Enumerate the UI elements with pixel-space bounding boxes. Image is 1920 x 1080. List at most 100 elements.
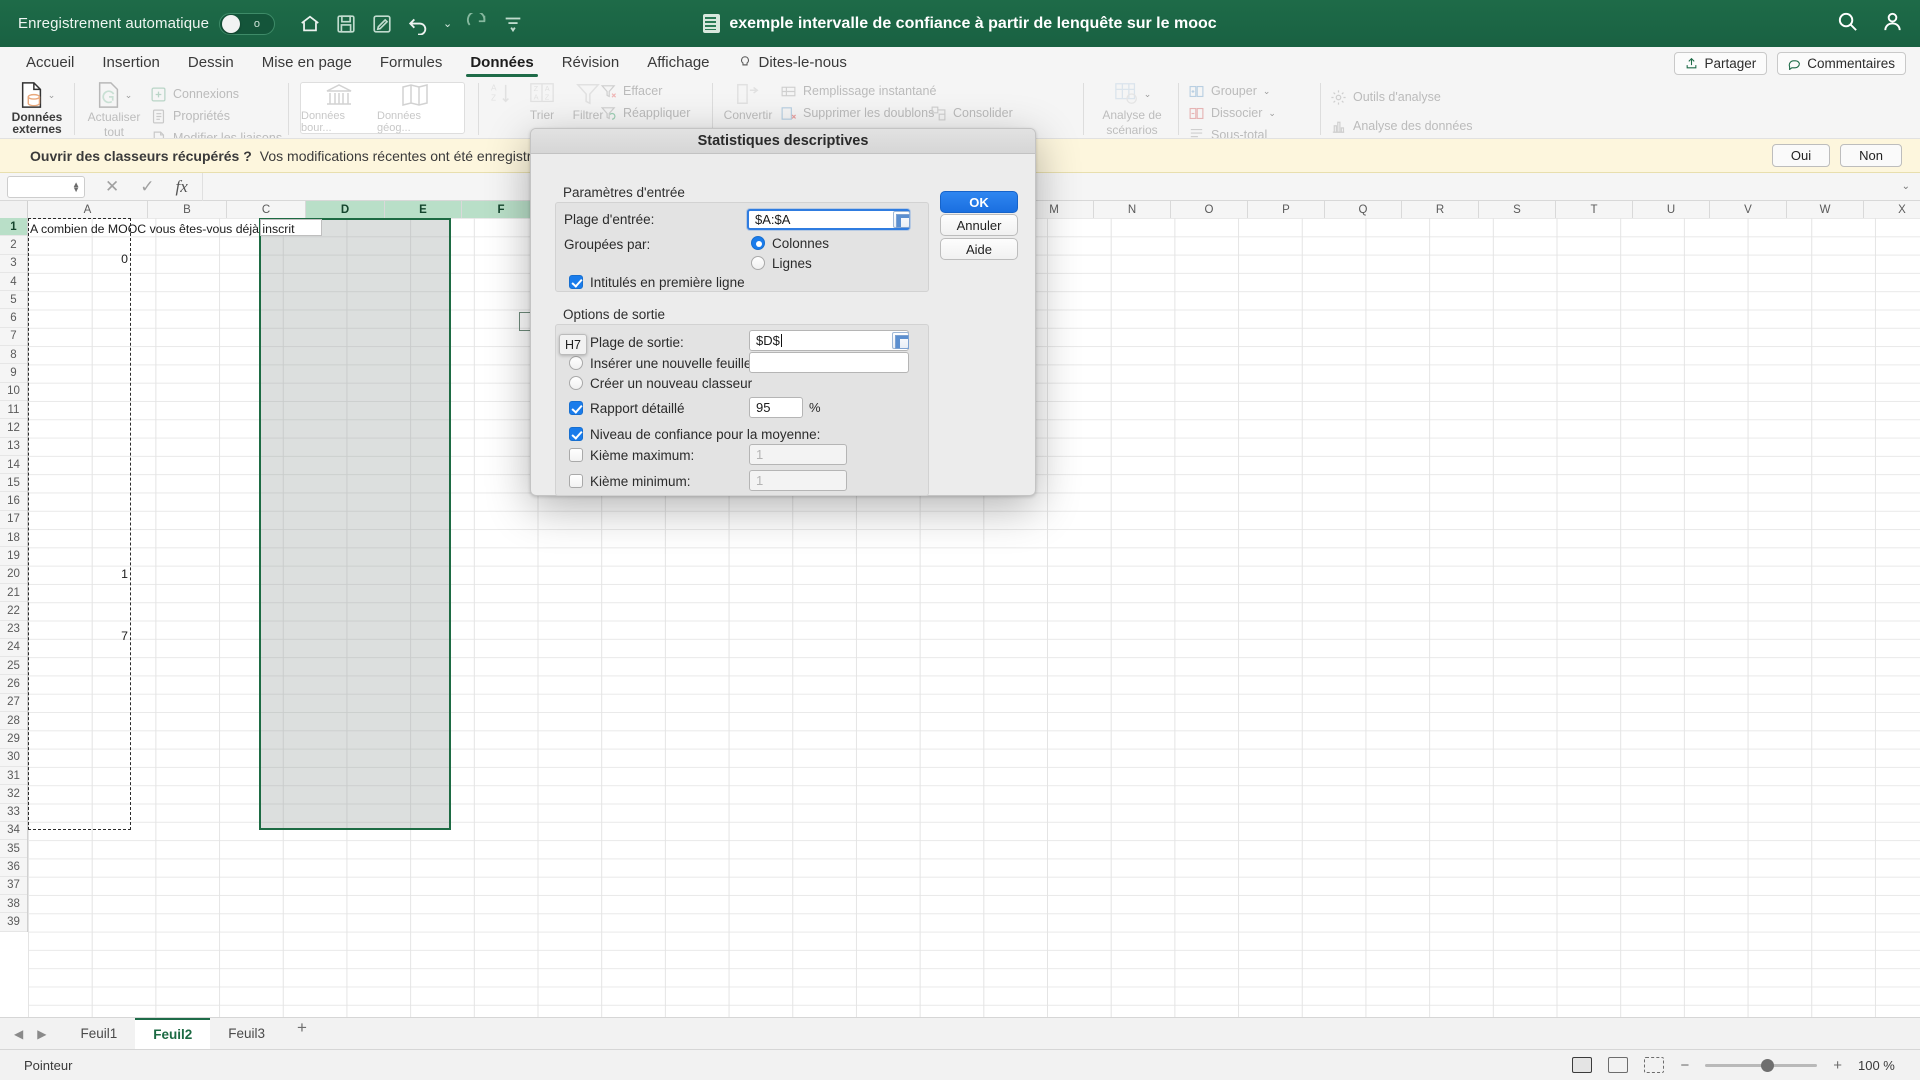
collapse-formula-bar-icon[interactable]: ⌄	[1902, 181, 1910, 192]
supprimer-doublons-button[interactable]: Supprimer les doublons	[780, 104, 946, 123]
radio-lignes[interactable]	[751, 256, 765, 270]
undo-icon[interactable]	[407, 13, 429, 35]
effacer-button[interactable]: Effacer	[600, 82, 723, 101]
row-header-14[interactable]: 14	[0, 456, 27, 475]
ok-button[interactable]: OK	[940, 191, 1018, 213]
row-header-11[interactable]: 11	[0, 401, 27, 420]
proprietes-button[interactable]: Propriétés	[150, 107, 282, 125]
home-icon[interactable]	[299, 13, 321, 35]
no-button[interactable]: Non	[1840, 144, 1902, 167]
page-break-icon[interactable]	[1644, 1057, 1665, 1073]
consolider-button[interactable]: Consolider	[930, 103, 1013, 123]
row-header-38[interactable]: 38	[0, 895, 27, 914]
kieme-minimum-field[interactable]: 1	[749, 470, 847, 491]
normal-view-icon[interactable]	[1572, 1057, 1593, 1073]
row-header-35[interactable]: 35	[0, 840, 27, 859]
previous-sheet-icon[interactable]: ◀	[14, 1027, 23, 1041]
outils-analyse-button[interactable]: Outils d'analyse	[1330, 87, 1473, 107]
add-sheet-button[interactable]: +	[283, 1018, 321, 1050]
donnees-geographiques-button[interactable]: Données géog...	[377, 82, 453, 134]
donnees-externes-button[interactable]: ⌄ Données externes	[8, 81, 66, 135]
column-header-v[interactable]: V	[1710, 201, 1787, 218]
column-header-t[interactable]: T	[1556, 201, 1633, 218]
row-header-31[interactable]: 31	[0, 767, 27, 786]
cell-a1[interactable]: A combien de MOOC vous êtes-vous déjà in…	[30, 222, 295, 236]
edit-icon[interactable]	[371, 13, 393, 35]
row-header-27[interactable]: 27	[0, 694, 27, 713]
row-header-1[interactable]: 1	[0, 218, 27, 237]
row-header-15[interactable]: 15	[0, 474, 27, 493]
column-header-n[interactable]: N	[1094, 201, 1171, 218]
checkbox-niveau-confiance[interactable]	[569, 427, 583, 441]
row-header-6[interactable]: 6	[0, 309, 27, 328]
convertir-button[interactable]: Convertir	[722, 81, 774, 122]
search-icon[interactable]	[1836, 10, 1859, 38]
kieme-maximum-field[interactable]: 1	[749, 444, 847, 465]
radio-colonnes[interactable]	[751, 236, 765, 250]
yes-button[interactable]: Oui	[1771, 144, 1831, 167]
page-layout-icon[interactable]	[1608, 1057, 1629, 1073]
confidence-percent-field[interactable]: 95	[749, 397, 803, 418]
tab-dites-le-nous[interactable]: Dites-le-nous	[724, 47, 861, 77]
row-header-19[interactable]: 19	[0, 547, 27, 566]
autosave-control[interactable]: Enregistrement automatique o	[18, 12, 276, 35]
row-header-2[interactable]: 2	[0, 236, 27, 255]
tab-dessin[interactable]: Dessin	[174, 47, 248, 77]
analyse-scenarios-button[interactable]: ⌄ Analyse de scénarios	[1093, 81, 1171, 136]
column-header-b[interactable]: B	[148, 201, 227, 218]
chevron-down-icon[interactable]: ⌄	[48, 90, 56, 101]
select-all-corner[interactable]	[0, 201, 28, 218]
tab-revision[interactable]: Révision	[548, 47, 634, 77]
formula-input[interactable]	[201, 172, 1920, 201]
save-icon[interactable]	[335, 13, 357, 35]
column-header-p[interactable]: P	[1248, 201, 1325, 218]
sheet-tab-feuil1[interactable]: Feuil1	[62, 1018, 135, 1050]
row-header-36[interactable]: 36	[0, 858, 27, 877]
name-box-spinner[interactable]: ▲ ▼	[72, 180, 80, 193]
analyse-donnees-button[interactable]: Analyse des données	[1330, 116, 1473, 136]
chevron-down-icon[interactable]: ⌄	[1144, 89, 1152, 100]
row-header-22[interactable]: 22	[0, 602, 27, 621]
row-header-34[interactable]: 34	[0, 822, 27, 841]
row-header-3[interactable]: 3	[0, 255, 27, 273]
output-range-picker-icon[interactable]	[892, 332, 909, 349]
reappliquer-button[interactable]: Réappliquer	[600, 104, 723, 123]
cell-a23[interactable]: 1	[70, 567, 128, 581]
zoom-out-button[interactable]: −	[1680, 1057, 1689, 1074]
row-header-33[interactable]: 33	[0, 804, 27, 822]
connexions-button[interactable]: Connexions	[150, 85, 282, 103]
confirm-icon[interactable]: ✓	[140, 177, 154, 197]
column-header-x[interactable]: X	[1864, 201, 1920, 218]
sort-az-button[interactable]: AZ	[488, 81, 516, 138]
next-sheet-icon[interactable]: ▶	[37, 1027, 46, 1041]
row-header-29[interactable]: 29	[0, 730, 27, 749]
sheet-tab-feuil2[interactable]: Feuil2	[135, 1017, 211, 1050]
row-header-30[interactable]: 30	[0, 749, 27, 767]
row-header-10[interactable]: 10	[0, 383, 27, 401]
chevron-down-icon[interactable]: ⌄	[1263, 86, 1271, 97]
row-header-25[interactable]: 25	[0, 657, 27, 676]
tab-donnees[interactable]: Données	[456, 47, 547, 77]
name-box[interactable]: ▲ ▼	[7, 175, 85, 198]
customize-toolbar-icon[interactable]	[502, 13, 524, 35]
column-header-a[interactable]: A	[28, 201, 148, 218]
actualiser-tout-button[interactable]: ⌄ Actualiser tout	[84, 81, 144, 138]
cell-a27[interactable]: 7	[70, 629, 128, 643]
new-sheet-field[interactable]	[749, 352, 909, 373]
column-header-e[interactable]: E	[385, 201, 462, 218]
column-header-q[interactable]: Q	[1325, 201, 1402, 218]
checkbox-kieme-minimum[interactable]	[569, 474, 583, 488]
output-range-field[interactable]: $D$	[749, 330, 909, 351]
checkbox-kieme-maximum[interactable]	[569, 448, 583, 462]
row-header-8[interactable]: 8	[0, 346, 27, 365]
input-range-field[interactable]: $A:$A	[747, 209, 910, 230]
chevron-down-icon[interactable]: ⌄	[125, 90, 133, 101]
row-header-16[interactable]: 16	[0, 492, 27, 511]
row-header-17[interactable]: 17	[0, 511, 27, 530]
cancel-icon[interactable]: ✕	[105, 177, 119, 197]
fx-icon[interactable]: fx	[176, 177, 188, 197]
row-header-21[interactable]: 21	[0, 584, 27, 603]
comments-button[interactable]: Commentaires	[1777, 52, 1906, 75]
column-header-u[interactable]: U	[1633, 201, 1710, 218]
row-header-37[interactable]: 37	[0, 877, 27, 895]
